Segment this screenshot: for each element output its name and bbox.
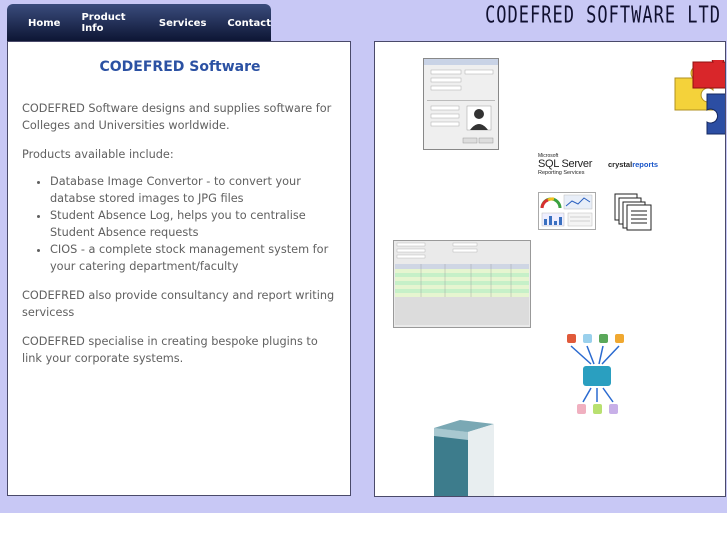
crystal-reports-logo: crystalreports <box>608 160 659 169</box>
plugins-text: CODEFRED specialise in creating bespoke … <box>22 335 318 365</box>
nav-services[interactable]: Services <box>159 18 207 29</box>
puzzle-icon <box>674 60 725 135</box>
content-panel: CODEFRED Software CODEFRED Software desi… <box>7 41 351 496</box>
dashboard-thumbnail <box>538 192 596 230</box>
data-integration-diagram <box>567 334 624 414</box>
company-logo[interactable]: CODEFRED SOFTWARE LTD <box>485 2 721 29</box>
consultancy-text: CODEFRED also provide consultancy and re… <box>22 289 335 319</box>
nav-product-info[interactable]: Product Info <box>81 12 137 34</box>
software-box-icon <box>434 420 494 496</box>
main-text: CODEFRED Software designs and supplies s… <box>22 100 340 379</box>
student-absence-screenshot <box>393 240 531 328</box>
main-nav: Home Product Info Services Contact <box>7 4 271 42</box>
sql-server-logo: Microsoft SQL Server Reporting Services <box>538 153 593 176</box>
list-item: Database Image Convertor - to convert yo… <box>50 173 340 207</box>
document-stack-icon <box>614 193 652 231</box>
products-heading: Products available include: <box>22 148 174 161</box>
nav-home[interactable]: Home <box>28 18 60 29</box>
image-convertor-screenshot <box>423 58 499 150</box>
list-item: Student Absence Log, helps you to centra… <box>50 207 340 241</box>
page-footer-band <box>0 513 727 545</box>
product-list: Database Image Convertor - to convert yo… <box>22 173 340 275</box>
nav-contact[interactable]: Contact <box>227 18 271 29</box>
image-gallery: Microsoft SQL Server Reporting Services … <box>374 41 726 497</box>
page-title: CODEFRED Software <box>99 59 261 75</box>
intro-text: CODEFRED Software designs and supplies s… <box>22 102 332 132</box>
list-item: CIOS - a complete stock management syste… <box>50 241 340 275</box>
